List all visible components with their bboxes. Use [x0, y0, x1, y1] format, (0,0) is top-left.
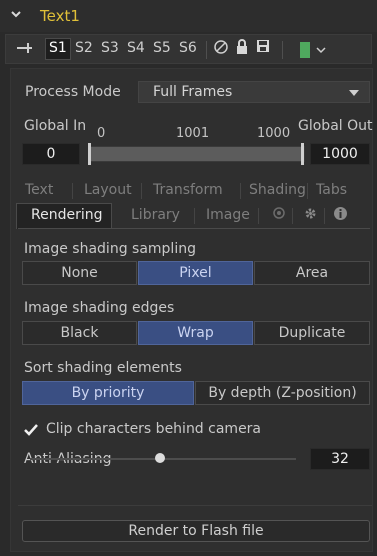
sampling-label: Image shading sampling: [24, 241, 196, 257]
slot-s1[interactable]: S1: [49, 40, 67, 56]
sampling-none-button[interactable]: None: [22, 261, 137, 285]
range-tick-left: 0: [97, 126, 106, 141]
slot-s3[interactable]: S3: [101, 40, 119, 56]
tab-divider: [141, 183, 142, 199]
toolbar-divider: [206, 41, 207, 59]
tab-tabs[interactable]: Tabs: [316, 182, 347, 198]
gear-icon[interactable]: [303, 206, 318, 225]
edges-duplicate-button[interactable]: Duplicate: [254, 321, 370, 345]
version-toolbar: S1 S2 S3 S4 S5 S6: [5, 34, 372, 64]
sampling-pixel-button[interactable]: Pixel: [138, 261, 253, 285]
checkmark-icon: [24, 424, 38, 436]
tab-divider: [324, 208, 325, 224]
tab-3d-icon[interactable]: [272, 206, 286, 224]
section-divider: [18, 505, 372, 506]
tab-transform[interactable]: Transform: [153, 182, 223, 198]
range-tick-mid: 1001: [176, 126, 210, 141]
info-icon[interactable]: [333, 206, 348, 225]
lock-icon[interactable]: [235, 39, 249, 59]
slot-s6[interactable]: S6: [179, 40, 197, 56]
pin-icon[interactable]: [16, 40, 34, 60]
range-in-handle[interactable]: [88, 143, 91, 165]
global-range-slider[interactable]: [90, 146, 305, 162]
range-out-handle[interactable]: [301, 143, 304, 165]
tab-library[interactable]: Library: [131, 207, 180, 223]
color-swatch[interactable]: [300, 42, 310, 58]
tab-divider: [72, 183, 73, 199]
slot-s5[interactable]: S5: [153, 40, 171, 56]
tab-layout[interactable]: Layout: [84, 182, 132, 198]
edges-label: Image shading edges: [24, 300, 175, 316]
process-mode-dropdown[interactable]: Full Frames: [138, 81, 370, 103]
sort-priority-button[interactable]: By priority: [22, 381, 194, 405]
edges-wrap-button[interactable]: Wrap: [138, 321, 253, 345]
tab-text[interactable]: Text: [25, 182, 53, 198]
range-tick-right: 1000: [257, 126, 291, 141]
disable-icon[interactable]: [213, 39, 229, 59]
tab-divider: [258, 208, 259, 224]
global-out-label: Global Out: [298, 118, 373, 134]
antialias-slider-knob[interactable]: [155, 453, 165, 463]
tab-divider: [292, 208, 293, 224]
clip-label: Clip characters behind camera: [46, 421, 262, 437]
slot-s4[interactable]: S4: [127, 40, 145, 56]
process-mode-label: Process Mode: [25, 84, 121, 100]
tab-image[interactable]: Image: [206, 207, 250, 223]
tab-underline: [18, 228, 370, 229]
tab-divider: [194, 208, 195, 224]
clip-checkbox[interactable]: [24, 423, 38, 437]
sampling-area-button[interactable]: Area: [254, 261, 370, 285]
tool-header[interactable]: Text1: [0, 0, 377, 32]
global-out-field[interactable]: 1000: [310, 143, 370, 165]
process-mode-value: Full Frames: [153, 84, 233, 100]
chevron-down-icon[interactable]: [10, 8, 22, 24]
sort-label: Sort shading elements: [24, 360, 182, 376]
save-icon[interactable]: [256, 39, 270, 57]
render-flash-button[interactable]: Render to Flash file: [22, 520, 370, 542]
dropdown-arrow-icon[interactable]: [316, 42, 326, 58]
tab-divider: [240, 183, 241, 199]
inspector-panel: Text1 S1 S2 S3 S4 S5 S6 Process Mode Ful…: [0, 0, 377, 556]
global-in-field[interactable]: 0: [22, 143, 80, 165]
edges-black-button[interactable]: Black: [22, 321, 137, 345]
tool-name: Text1: [40, 7, 80, 25]
antialias-value-field[interactable]: 32: [310, 448, 370, 470]
tab-divider: [307, 183, 308, 199]
toolbar-divider: [282, 41, 283, 59]
global-in-label: Global In: [24, 118, 87, 134]
sort-depth-button[interactable]: By depth (Z-position): [195, 381, 370, 405]
slot-s2[interactable]: S2: [75, 40, 93, 56]
tab-shading[interactable]: Shading: [249, 182, 306, 198]
dropdown-arrow-icon: [349, 90, 359, 96]
tab-rendering-label: Rendering: [31, 207, 103, 223]
